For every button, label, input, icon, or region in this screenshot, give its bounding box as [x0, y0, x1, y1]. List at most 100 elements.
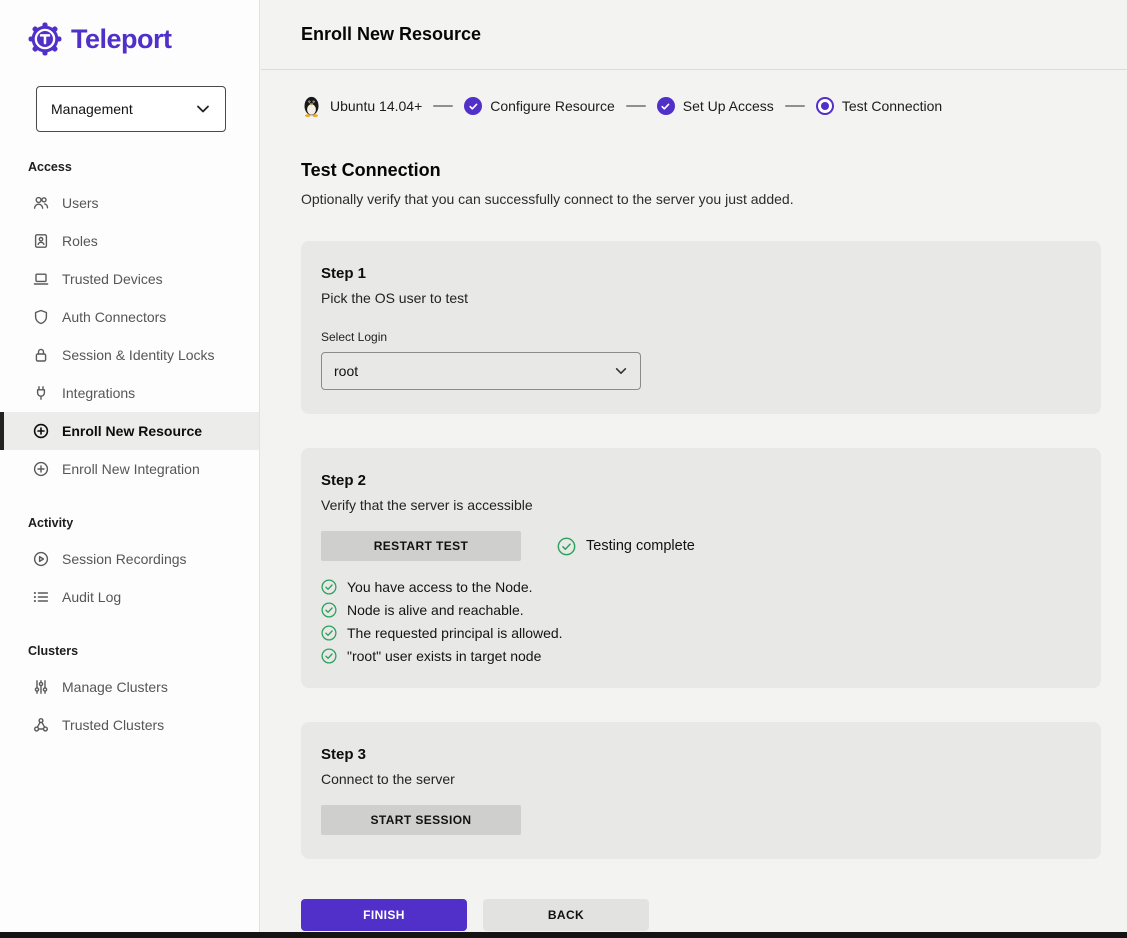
sidebar: Teleport Management Access Users [0, 0, 260, 932]
check-item: You have access to the Node. [321, 579, 1081, 595]
nav-section-clusters: Clusters [0, 616, 259, 668]
step2-title: Step 2 [321, 472, 1081, 489]
finish-button[interactable]: FINISH [301, 899, 467, 931]
check-circle-icon [464, 97, 482, 115]
stepper-resource-label: Ubuntu 14.04+ [330, 98, 422, 114]
sidebar-item-trusted-clusters[interactable]: Trusted Clusters [0, 706, 259, 744]
brand-name: Teleport [71, 24, 172, 55]
active-step-icon [816, 97, 834, 115]
check-circle-icon [657, 97, 675, 115]
nav-section-activity: Activity [0, 488, 259, 540]
restart-test-button[interactable]: RESTART TEST [321, 531, 521, 561]
chevron-down-icon [195, 101, 211, 117]
sidebar-item-label: Audit Log [62, 589, 121, 605]
step3-description: Connect to the server [321, 771, 1081, 787]
stepper-connector [626, 105, 646, 107]
laptop-icon [32, 271, 49, 287]
select-login-label: Select Login [321, 330, 1081, 344]
plug-icon [32, 385, 49, 401]
footer-buttons: FINISH BACK [301, 899, 1087, 931]
stepper-step-test-connection: Test Connection [816, 97, 942, 115]
main-header: Enroll New Resource [261, 0, 1127, 70]
sidebar-item-label: Enroll New Resource [62, 423, 202, 439]
stepper-connector [433, 105, 453, 107]
management-select[interactable]: Management [36, 86, 226, 132]
cluster-nodes-icon [32, 717, 49, 733]
page-title: Enroll New Resource [301, 24, 481, 45]
brand-logo[interactable]: Teleport [0, 0, 259, 66]
list-icon [32, 589, 49, 605]
content-title: Test Connection [301, 160, 1087, 181]
check-item-label: "root" user exists in target node [347, 648, 541, 664]
testing-status: Testing complete [557, 537, 695, 556]
step1-title: Step 1 [321, 265, 1081, 282]
sidebar-item-users[interactable]: Users [0, 184, 259, 222]
check-item: Node is alive and reachable. [321, 602, 1081, 618]
success-check-icon [321, 648, 337, 664]
step3-title: Step 3 [321, 746, 1081, 763]
sidebar-item-session-recordings[interactable]: Session Recordings [0, 540, 259, 578]
sidebar-item-auth-connectors[interactable]: Auth Connectors [0, 298, 259, 336]
bottom-bar [0, 932, 1127, 938]
shield-icon [32, 309, 49, 325]
step1-description: Pick the OS user to test [321, 290, 1081, 306]
success-check-icon [321, 625, 337, 641]
sidebar-item-enroll-new-integration[interactable]: Enroll New Integration [0, 450, 259, 488]
sidebar-item-label: Manage Clusters [62, 679, 168, 695]
main-panel: Enroll New Resource Ubuntu 14.04+ [261, 0, 1127, 932]
chevron-down-icon [614, 364, 628, 378]
lock-icon [32, 347, 49, 363]
stepper-step-label: Set Up Access [683, 98, 774, 114]
testing-status-label: Testing complete [586, 538, 695, 554]
roles-icon [32, 233, 49, 249]
users-icon [32, 195, 49, 211]
step3-card: Step 3 Connect to the server START SESSI… [301, 722, 1101, 859]
success-check-icon [321, 602, 337, 618]
sidebar-item-trusted-devices[interactable]: Trusted Devices [0, 260, 259, 298]
stepper-connector [785, 105, 805, 107]
sidebar-item-enroll-new-resource[interactable]: Enroll New Resource [0, 412, 259, 450]
sidebar-item-audit-log[interactable]: Audit Log [0, 578, 259, 616]
stepper-step-configure-resource: Configure Resource [464, 97, 615, 115]
management-select-value: Management [51, 101, 133, 117]
check-item-label: You have access to the Node. [347, 579, 533, 595]
start-session-button[interactable]: START SESSION [321, 805, 521, 835]
play-circle-icon [32, 551, 49, 567]
sidebar-item-session-identity-locks[interactable]: Session & Identity Locks [0, 336, 259, 374]
sidebar-item-label: Enroll New Integration [62, 461, 200, 477]
sidebar-item-label: Session Recordings [62, 551, 187, 567]
stepper-step-label: Configure Resource [490, 98, 615, 114]
step1-card: Step 1 Pick the OS user to test Select L… [301, 241, 1101, 414]
stepper-step-set-up-access: Set Up Access [657, 97, 774, 115]
content: Test Connection Optionally verify that y… [261, 118, 1127, 931]
sidebar-item-integrations[interactable]: Integrations [0, 374, 259, 412]
sidebar-item-label: Auth Connectors [62, 309, 166, 325]
sidebar-item-label: Users [62, 195, 99, 211]
success-check-icon [321, 579, 337, 595]
stepper: Ubuntu 14.04+ Configure Resource Set Up … [261, 70, 1127, 118]
content-subtitle: Optionally verify that you can successfu… [301, 191, 1087, 207]
sidebar-item-manage-clusters[interactable]: Manage Clusters [0, 668, 259, 706]
plus-circle-icon [32, 461, 49, 477]
login-select[interactable]: root [321, 352, 641, 390]
step2-description: Verify that the server is accessible [321, 497, 1081, 513]
sidebar-item-roles[interactable]: Roles [0, 222, 259, 260]
success-check-icon [557, 537, 576, 556]
check-item-label: The requested principal is allowed. [347, 625, 563, 641]
linux-penguin-icon [301, 94, 322, 118]
sidebar-item-label: Roles [62, 233, 98, 249]
sliders-icon [32, 679, 49, 695]
back-button[interactable]: BACK [483, 899, 649, 931]
plus-circle-icon [32, 423, 49, 439]
step2-card: Step 2 Verify that the server is accessi… [301, 448, 1101, 688]
stepper-resource: Ubuntu 14.04+ [301, 94, 422, 118]
stepper-step-label: Test Connection [842, 98, 942, 114]
app-root: Teleport Management Access Users [0, 0, 1127, 938]
check-item: The requested principal is allowed. [321, 625, 1081, 641]
check-list: You have access to the Node. Node is ali… [321, 579, 1081, 664]
sidebar-item-label: Trusted Clusters [62, 717, 164, 733]
teleport-logo-icon [28, 22, 62, 56]
sidebar-item-label: Integrations [62, 385, 135, 401]
sidebar-item-label: Session & Identity Locks [62, 347, 215, 363]
check-item-label: Node is alive and reachable. [347, 602, 524, 618]
